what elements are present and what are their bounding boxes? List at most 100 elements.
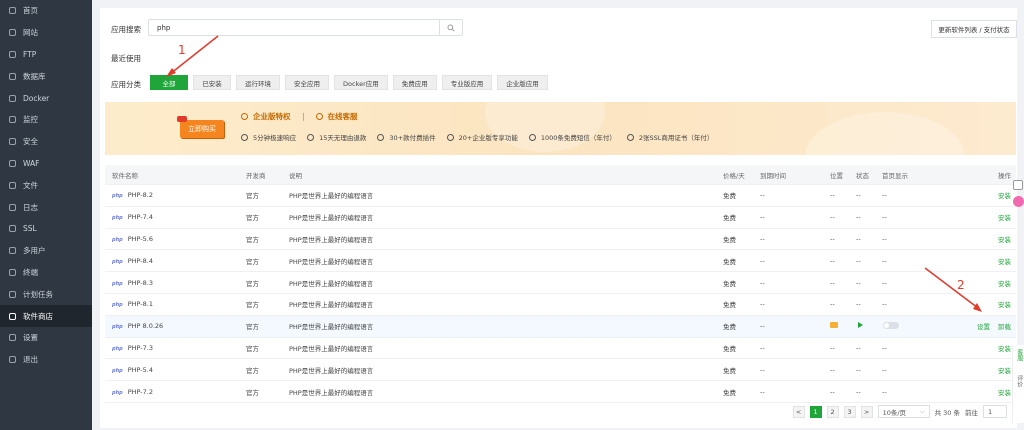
sidebar-item-label: 网站 bbox=[23, 28, 38, 38]
sidebar-item[interactable]: 终端 bbox=[0, 262, 92, 284]
settings-button[interactable]: 设置 bbox=[977, 321, 990, 331]
category-tab[interactable]: 企业版应用 bbox=[497, 75, 548, 90]
category-tab[interactable]: 全部 bbox=[150, 75, 188, 90]
sidebar-item[interactable]: 文件 bbox=[0, 174, 92, 196]
software-name-text: PHP-7.4 bbox=[127, 213, 153, 222]
location: -- bbox=[830, 387, 835, 396]
install-button[interactable]: 安装 bbox=[998, 234, 1011, 244]
search-icon bbox=[447, 24, 455, 31]
feature-icon bbox=[377, 133, 385, 141]
location: -- bbox=[830, 213, 835, 222]
category-tab[interactable]: 安全应用 bbox=[285, 75, 329, 90]
install-button[interactable]: 安装 bbox=[998, 190, 1011, 200]
sidebar-item[interactable]: FTP bbox=[0, 44, 92, 66]
sidebar-item-label: 终端 bbox=[23, 267, 38, 277]
uninstall-button[interactable]: 卸载 bbox=[998, 321, 1011, 331]
price: 免费 bbox=[723, 323, 736, 332]
price: 免费 bbox=[723, 235, 736, 244]
service-link[interactable]: 客服 bbox=[1015, 349, 1023, 361]
sidebar-item[interactable]: 退出 bbox=[0, 349, 92, 371]
description: PHP是世界上最好的编程语言 bbox=[289, 344, 374, 353]
category-tab[interactable]: 已安装 bbox=[193, 75, 231, 90]
review-link[interactable]: 评价 bbox=[1015, 375, 1023, 387]
sidebar: 首页网站 FTP 数据库 Docker 监控 安全 WAF 文件 日志 SSL 多用户终端计划任务软… bbox=[0, 0, 92, 430]
sidebar-item-label: 设置 bbox=[23, 333, 38, 343]
sidebar-item[interactable]: 日志 bbox=[0, 196, 92, 218]
price: 免费 bbox=[723, 214, 736, 223]
page-number-button[interactable]: 1 bbox=[809, 405, 822, 418]
sidebar-item[interactable]: 数据库 bbox=[0, 65, 92, 87]
page-number-button[interactable]: 2 bbox=[826, 405, 839, 418]
install-button[interactable]: 安装 bbox=[998, 278, 1011, 288]
description: PHP是世界上最好的编程语言 bbox=[289, 257, 374, 266]
software-name[interactable]: php PHP 8.0.26 bbox=[112, 322, 163, 330]
install-button[interactable]: 安装 bbox=[998, 256, 1011, 266]
developer: 官方 bbox=[246, 279, 259, 288]
homepage-display: -- bbox=[882, 300, 887, 309]
category-tab[interactable]: 免费应用 bbox=[392, 75, 437, 90]
install-button[interactable]: 安装 bbox=[998, 212, 1011, 222]
prev-page-button[interactable]: < bbox=[792, 405, 805, 418]
software-name[interactable]: php PHP-8.1 bbox=[112, 300, 153, 308]
sidebar-item[interactable]: 首页 bbox=[0, 0, 92, 22]
category-tab[interactable]: Docker应用 bbox=[334, 75, 388, 90]
sidebar-item[interactable]: 多用户 bbox=[0, 240, 92, 262]
sidebar-item[interactable]: 计划任务 bbox=[0, 283, 92, 305]
sidebar-item[interactable]: WAF bbox=[0, 153, 92, 175]
total-count: 共 30 条 bbox=[934, 408, 960, 417]
folder-icon[interactable] bbox=[830, 322, 838, 330]
software-name[interactable]: php PHP-5.6 bbox=[112, 235, 153, 243]
update-software-list-button[interactable]: 更新软件列表 / 支付状态 bbox=[931, 20, 1017, 38]
sidebar-item[interactable]: 监控 bbox=[0, 109, 92, 131]
sidebar-item-label: 数据库 bbox=[23, 71, 46, 81]
software-name[interactable]: php PHP-7.2 bbox=[112, 388, 153, 396]
sidebar-item[interactable]: 网站 bbox=[0, 22, 92, 44]
description: PHP是世界上最好的编程语言 bbox=[289, 323, 374, 332]
software-name-text: PHP-8.1 bbox=[127, 300, 153, 309]
software-name[interactable]: php PHP-8.2 bbox=[112, 191, 153, 199]
assistant-icon[interactable] bbox=[1012, 196, 1024, 207]
install-button[interactable]: 安装 bbox=[998, 365, 1011, 375]
software-name[interactable]: php PHP-7.3 bbox=[112, 344, 153, 352]
sidebar-item[interactable]: 设置 bbox=[0, 327, 92, 349]
enterprise-privilege-title: 企业版特权 bbox=[253, 112, 291, 121]
software-name[interactable]: php PHP-5.4 bbox=[112, 366, 153, 374]
install-button[interactable]: 安装 bbox=[998, 387, 1011, 397]
php-logo-icon: php bbox=[112, 236, 123, 243]
sidebar-item[interactable]: 软件商店 bbox=[0, 305, 92, 327]
page-number-button[interactable]: 3 bbox=[843, 405, 856, 418]
feature-item: 2张SSL商用证书（年付） bbox=[626, 132, 713, 142]
next-page-button[interactable]: > bbox=[860, 405, 873, 418]
php-logo-icon: php bbox=[112, 193, 123, 200]
search-label: 应用搜索 bbox=[111, 25, 141, 34]
sidebar-item[interactable]: 安全 bbox=[0, 131, 92, 153]
install-button[interactable]: 安装 bbox=[998, 299, 1011, 309]
per-page-select[interactable]: 10条/页 ⌵ bbox=[877, 405, 930, 418]
buy-now-button[interactable]: 立即购买 bbox=[177, 116, 224, 138]
table-body: php PHP-8.2 官方 PHP是世界上最好的编程语言 免费 -- -- -- -- 安装 ph… bbox=[105, 185, 1016, 403]
software-name[interactable]: php PHP-7.4 bbox=[112, 213, 153, 221]
sidebar-item-label: Docker bbox=[23, 93, 50, 103]
install-button[interactable]: 安装 bbox=[998, 343, 1011, 353]
software-name[interactable]: php PHP-8.3 bbox=[112, 279, 153, 287]
homepage-toggle[interactable] bbox=[883, 321, 899, 331]
description: PHP是世界上最好的编程语言 bbox=[289, 235, 374, 244]
search-input[interactable]: php bbox=[148, 19, 463, 36]
price: 免费 bbox=[723, 279, 736, 288]
qrcode-icon[interactable] bbox=[1013, 180, 1023, 190]
developer: 官方 bbox=[246, 366, 259, 375]
software-name-text: PHP-8.4 bbox=[127, 256, 153, 265]
search-button[interactable] bbox=[439, 20, 462, 35]
sidebar-item[interactable]: Docker bbox=[0, 87, 92, 109]
sidebar-item[interactable]: SSL bbox=[0, 218, 92, 240]
folder-icon bbox=[9, 181, 16, 189]
software-name[interactable]: php PHP-8.4 bbox=[112, 257, 153, 265]
description: PHP是世界上最好的编程语言 bbox=[289, 301, 374, 310]
location: -- bbox=[830, 278, 835, 287]
goto-page-input[interactable]: 1 bbox=[983, 405, 1007, 418]
category-tab[interactable]: 运行环境 bbox=[236, 75, 280, 90]
category-tab[interactable]: 专业版应用 bbox=[441, 75, 493, 90]
online-service-link[interactable]: 在线客服 bbox=[328, 111, 358, 122]
php-logo-icon: php bbox=[112, 345, 123, 352]
category-tabs: 全部 已安装 运行环境 安全应用 Docker应用 免费应用 专业版应用 企业版应用 bbox=[150, 75, 548, 90]
